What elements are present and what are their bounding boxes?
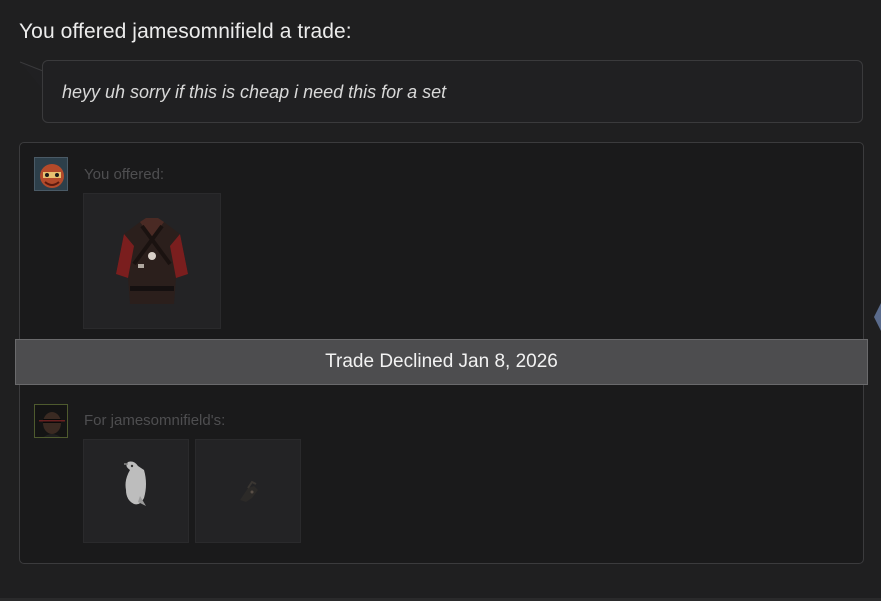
red-coat-item-icon	[116, 218, 188, 304]
avatar[interactable]	[34, 404, 68, 438]
offered-item-tile[interactable]	[83, 193, 221, 329]
requested-item-tile[interactable]	[195, 439, 301, 543]
partner-avatar-icon	[35, 405, 67, 437]
speech-bubble-tail-icon	[20, 61, 44, 90]
avatar[interactable]	[34, 157, 68, 191]
user-avatar-icon	[35, 158, 67, 190]
page-title: You offered jamesomnifield a trade:	[19, 20, 352, 43]
trade-message-box: heyy uh sorry if this is cheap i need th…	[42, 60, 863, 123]
expand-tab-icon[interactable]	[871, 303, 881, 331]
you-offered-label: You offered:	[84, 166, 165, 183]
requested-item-tile[interactable]	[83, 439, 189, 543]
status-badge: Trade Declined Jan 8, 2026	[15, 339, 868, 385]
small-dark-item-icon	[240, 480, 258, 502]
trade-history-page: You offered jamesomnifield a trade: heyy…	[0, 0, 881, 601]
trade-message-text: heyy uh sorry if this is cheap i need th…	[62, 82, 447, 102]
white-bird-item-icon	[124, 461, 146, 506]
for-partner-label: For jamesomnifield's:	[84, 412, 226, 429]
